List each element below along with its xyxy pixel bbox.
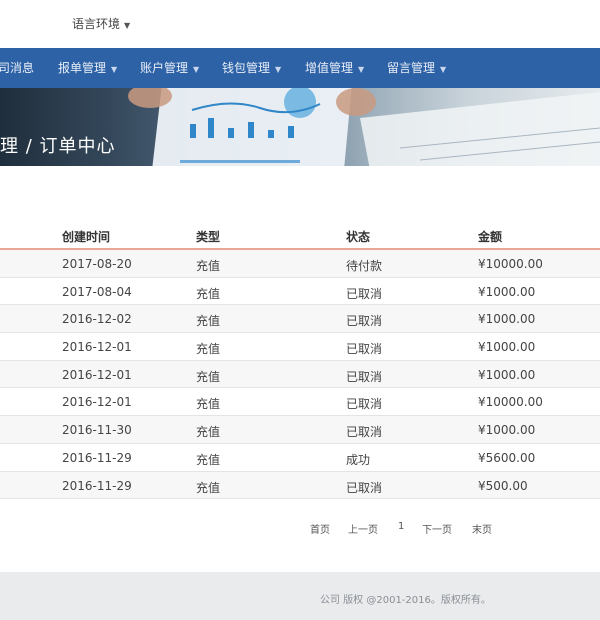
column-header-status: 状态 [346,230,371,244]
nav-item-label: 账户管理 [140,61,189,75]
nav-item-label: 留言管理 [387,61,436,75]
cell-amount: ¥1000.00 [478,284,536,299]
nav-item-label: 报单管理 [58,61,107,75]
cell-type: 充值 [196,259,221,273]
cell-amount: ¥1000.00 [478,423,536,438]
cell-time: 2016-12-01 [62,367,132,382]
cell-time: 2016-11-29 [62,450,132,465]
cell-amount: ¥1000.00 [478,340,536,355]
cell-amount: ¥10000.00 [478,257,543,271]
chevron-down-icon: ▼ [275,65,282,74]
cell-status: 已取消 [346,480,383,495]
cell-type: 充值 [196,286,221,301]
cell-type: 充值 [196,452,221,467]
page-banner: 理 / 订单中心 [0,88,600,166]
pagination-prev[interactable]: 上一页 [348,521,378,536]
cell-type: 充值 [196,397,221,412]
table-row: 2016-11-29 充值 已取消 ¥500.00 [0,471,600,500]
nav-item-wallet-management[interactable]: 钱包管理 ▼ [222,48,281,88]
nav-item-label: 钱包管理 [222,61,271,75]
pagination: 首页 上一页 1 下一页 末页 [0,521,600,536]
page-footer: 公司 版权 @2001-2016。版权所有。 [0,572,600,620]
cell-type: 充值 [196,314,221,329]
table-row: 2016-11-30 充值 已取消 ¥1000.00 [0,416,600,444]
cell-time: 2017-08-04 [62,284,132,299]
table-row: 2016-12-02 充值 已取消 ¥1000.00 [0,305,600,334]
pagination-first[interactable]: 首页 [310,521,330,536]
breadcrumb: 理 / 订单中心 [0,136,116,157]
cell-status: 已取消 [346,397,383,412]
table-row: 2016-12-01 充值 已取消 ¥1000.00 [0,333,600,361]
chevron-down-icon: ▼ [124,21,131,30]
cell-status: 成功 [346,452,371,467]
cell-type: 充值 [196,342,221,357]
table-row: 2016-12-01 充值 已取消 ¥1000.00 [0,360,600,389]
cell-type: 充值 [196,425,221,440]
cell-status: 已取消 [346,425,383,440]
cell-time: 2016-12-02 [62,312,132,327]
cell-status: 已取消 [346,342,383,357]
pagination-last[interactable]: 末页 [472,521,492,536]
nav-item-label: 司消息 [0,61,35,75]
copyright-text: 公司 版权 @2001-2016。版权所有。 [320,595,491,606]
table-row: 2016-12-01 充值 已取消 ¥10000.00 [0,388,600,417]
pagination-page-1[interactable]: 1 [398,521,404,532]
cell-amount: ¥1000.00 [478,312,536,327]
cell-amount: ¥1000.00 [478,367,536,382]
pagination-next[interactable]: 下一页 [422,521,452,536]
table-row: 2016-11-29 充值 成功 ¥5600.00 [0,444,600,472]
cell-status: 待付款 [346,259,383,273]
column-header-time: 创建时间 [62,230,111,244]
nav-item-message-board[interactable]: 留言管理 ▼ [387,48,446,88]
nav-item-order-management[interactable]: 报单管理 ▼ [58,48,117,88]
cell-time: 2016-12-01 [62,395,132,410]
nav-item-account-management[interactable]: 账户管理 ▼ [140,48,199,88]
cell-amount: ¥10000.00 [478,395,543,410]
language-dropdown[interactable]: 语言环境 ▼ [72,15,130,32]
language-label: 语言环境 [72,17,121,31]
table-row: 2017-08-20 充值 待付款 ¥10000.00 [0,250,600,278]
column-header-amount: 金额 [478,230,503,244]
cell-time: 2016-12-01 [62,340,132,355]
cell-time: 2016-11-29 [62,478,132,493]
main-nav: 司消息 报单管理 ▼ 账户管理 ▼ 钱包管理 ▼ 增值管理 ▼ 留言管理 ▼ [0,48,600,88]
cell-type: 充值 [196,480,221,495]
nav-item-messages[interactable]: 司消息 [0,48,34,88]
cell-status: 已取消 [346,314,383,329]
cell-amount: ¥500.00 [478,478,528,493]
cell-status: 已取消 [346,369,383,384]
top-bar: 语言环境 ▼ [0,0,600,48]
nav-item-label: 增值管理 [305,61,354,75]
table-row: 2017-08-04 充值 已取消 ¥1000.00 [0,278,600,306]
nav-item-value-added-management[interactable]: 增值管理 ▼ [305,48,364,88]
cell-type: 充值 [196,369,221,384]
order-table: 创建时间 类型 状态 金额 2017-08-20 充值 待付款 ¥10000.0… [0,220,600,500]
column-header-type: 类型 [196,230,221,244]
chevron-down-icon: ▼ [193,65,200,74]
cell-status: 已取消 [346,286,383,301]
cell-time: 2016-11-30 [62,423,132,438]
chevron-down-icon: ▼ [440,65,447,74]
cell-amount: ¥5600.00 [478,450,536,465]
chevron-down-icon: ▼ [358,65,365,74]
table-header: 创建时间 类型 状态 金额 [0,220,600,250]
chevron-down-icon: ▼ [111,65,118,74]
cell-time: 2017-08-20 [62,257,132,271]
